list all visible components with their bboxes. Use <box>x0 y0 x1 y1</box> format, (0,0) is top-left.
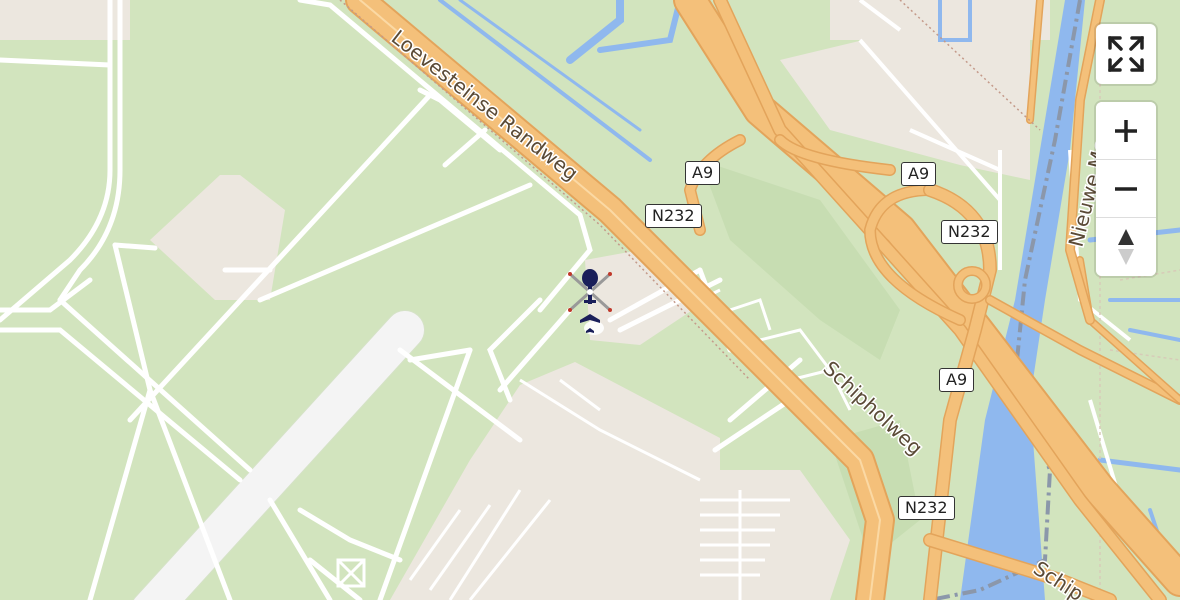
aircraft-marker[interactable] <box>560 262 620 342</box>
compass-button[interactable] <box>1096 218 1156 276</box>
plus-icon <box>1115 119 1137 142</box>
shield-a9: A9 <box>939 368 975 392</box>
map-canvas[interactable]: Loevesteinse Randweg Schipholweg Nieuwe … <box>0 0 1180 600</box>
fullscreen-icon <box>1108 36 1144 72</box>
shield-a9: A9 <box>685 161 721 185</box>
shield-n232: N232 <box>898 496 955 520</box>
compass-icon <box>1118 229 1134 265</box>
shield-a9: A9 <box>901 162 937 186</box>
fullscreen-button[interactable] <box>1096 24 1156 84</box>
zoom-in-button[interactable] <box>1096 102 1156 160</box>
minus-icon <box>1115 186 1137 191</box>
zoom-out-button[interactable] <box>1096 160 1156 218</box>
shield-n232: N232 <box>941 220 998 244</box>
map-controls <box>1096 102 1156 276</box>
airplane-icon <box>580 304 604 335</box>
shield-n232: N232 <box>645 204 702 228</box>
